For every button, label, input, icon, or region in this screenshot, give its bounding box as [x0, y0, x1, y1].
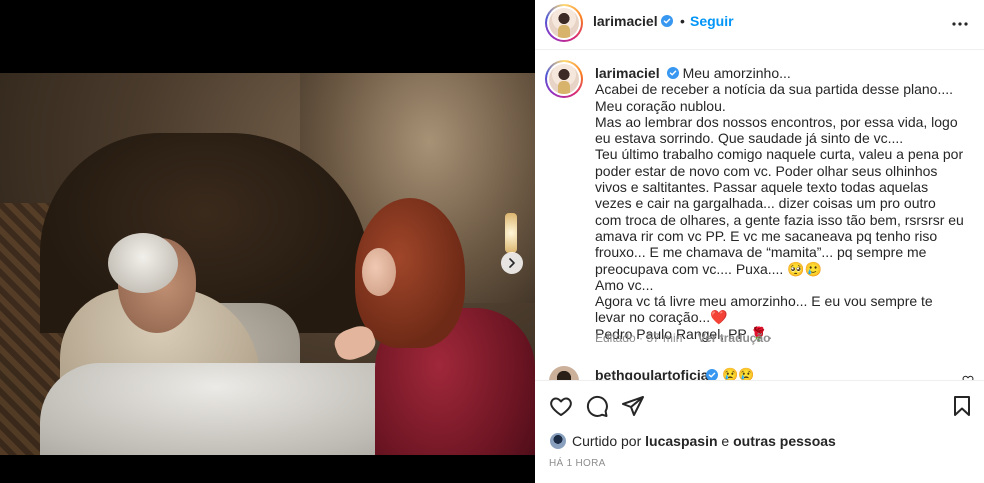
media-viewer	[0, 0, 535, 483]
bookmark-icon	[954, 396, 970, 416]
post-side-panel: larimaciel • Seguir larimaciel Meu amorzi…	[535, 0, 984, 483]
liker-username[interactable]: lucaspasin	[645, 433, 717, 449]
caption-text-line: Acabei de receber a notícia da sua parti…	[595, 81, 954, 98]
caption-text-line: Teu último trabalho comigo naquele curta…	[595, 146, 964, 277]
post-caption: larimaciel Meu amorzinho... Acabei de rec…	[595, 65, 965, 342]
post-timestamp[interactable]: HÁ 1 HORA	[549, 458, 606, 469]
comment-row: bethgoulartoficial 😢😢	[535, 364, 984, 380]
author-avatar[interactable]	[545, 4, 583, 42]
see-translation-link[interactable]: Ver tradução	[698, 331, 771, 345]
caption-avatar[interactable]	[545, 60, 583, 98]
edited-label: Editado	[595, 331, 636, 345]
caption-text-line: Mas ao lembrar dos nossos encontros, por…	[595, 113, 958, 147]
caption-text-line: Amo vc...	[595, 276, 654, 293]
more-options-icon[interactable]	[950, 14, 970, 34]
separator-dot: •	[680, 13, 685, 29]
verified-badge-icon	[706, 369, 718, 380]
caption-meta: Editado · 57 min Ver tradução	[595, 331, 771, 345]
comment-bubble-icon	[586, 395, 608, 417]
commenter-username[interactable]: bethgoulartoficial	[595, 367, 712, 380]
caption-area: larimaciel Meu amorzinho... Acabei de rec…	[535, 51, 984, 369]
caption-text-line: Agora vc tá livre meu amorzinho... E eu …	[595, 293, 933, 326]
caption-text-line: Meu coração nublou.	[595, 97, 726, 114]
commenter-avatar[interactable]	[549, 366, 579, 380]
caption-first-line: larimaciel Meu amorzinho...	[595, 65, 965, 81]
author-username[interactable]: larimaciel	[593, 13, 658, 29]
action-bar	[535, 380, 984, 430]
save-button[interactable]	[950, 394, 974, 418]
verified-badge-icon	[661, 15, 673, 27]
liked-by-joiner: e	[717, 433, 734, 449]
post-photo[interactable]	[0, 73, 535, 455]
verified-badge-icon	[666, 67, 679, 79]
post-age: 57 min	[646, 331, 683, 345]
liker-avatar[interactable]	[549, 432, 567, 450]
other-likers-link[interactable]: outras pessoas	[733, 433, 836, 449]
comment-button[interactable]	[585, 394, 609, 418]
carousel-next-button[interactable]	[501, 252, 523, 274]
caption-username[interactable]: larimaciel	[595, 65, 660, 81]
heart-icon	[550, 397, 572, 416]
caption-text-line: Meu amorzinho...	[682, 65, 791, 81]
share-button[interactable]	[621, 394, 645, 418]
liked-by-prefix: Curtido por	[572, 433, 646, 449]
chevron-right-icon	[509, 258, 515, 268]
paper-plane-icon	[622, 396, 644, 416]
post-header: larimaciel • Seguir	[535, 0, 984, 50]
follow-button[interactable]: Seguir	[690, 13, 734, 29]
like-button[interactable]	[549, 394, 573, 418]
liked-by: Curtido por lucaspasin e outras pessoas	[549, 431, 836, 451]
comment-text: 😢😢	[722, 367, 755, 380]
